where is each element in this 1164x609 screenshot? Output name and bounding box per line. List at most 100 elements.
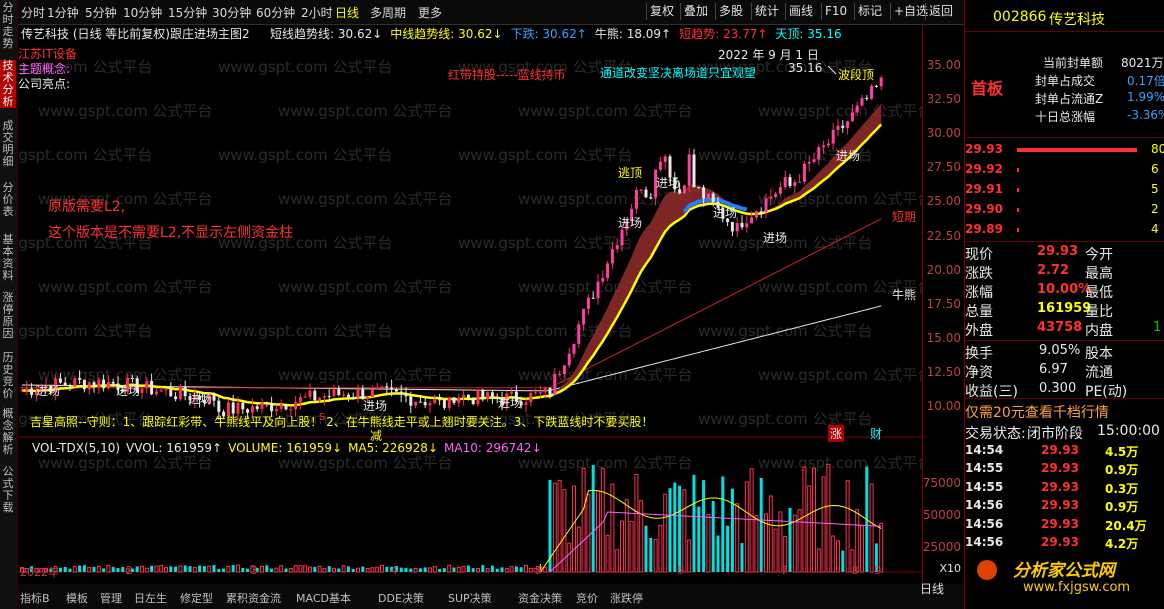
watermark-text: www.gspt.com 公式平台: [218, 410, 393, 428]
candle-body: [634, 189, 638, 209]
candle-body: [289, 409, 293, 411]
period-tab-15min[interactable]: 15分钟: [168, 4, 207, 21]
bottom-period-label[interactable]: 日线: [920, 580, 944, 597]
back-button[interactable]: 返回: [925, 3, 956, 20]
f10-button[interactable]: F10: [821, 3, 850, 20]
indicator-tab-7[interactable]: DDE决策: [378, 590, 424, 606]
volume-bar: [87, 566, 92, 573]
period-tab-30min[interactable]: 30分钟: [212, 4, 251, 21]
candle-body: [351, 397, 355, 399]
indicator-tab-9[interactable]: 资金决策: [518, 590, 562, 606]
left-tab-3[interactable]: 分价表: [0, 182, 16, 218]
candle-body: [442, 399, 446, 408]
period-tab-5min[interactable]: 5分钟: [85, 4, 117, 21]
candle-body: [692, 154, 696, 188]
candle-body: [822, 145, 826, 148]
tick-time-5: 14:56: [965, 535, 1004, 549]
volume-bar: [308, 566, 312, 573]
stats-button[interactable]: 统计: [751, 3, 782, 20]
volume-bar: [749, 468, 754, 573]
kline-chart[interactable]: www.gspt.com 公式平台 www.gspt.com 公式平台 www.gs…: [18, 24, 922, 584]
volume-bar: [850, 549, 855, 573]
volume-bar: [394, 565, 398, 572]
candle-body: [246, 409, 250, 413]
volume-bar: [442, 568, 446, 572]
indicator-tab-2[interactable]: 管理: [100, 590, 122, 606]
overlay-button[interactable]: 叠加: [680, 3, 711, 20]
candle-body: [34, 391, 38, 395]
promo-link[interactable]: 仅需20元查看千档行情: [965, 402, 1109, 422]
draw-line-button[interactable]: 画线: [785, 3, 816, 20]
volume-bar: [327, 566, 331, 572]
candle-body: [745, 223, 749, 228]
indicator-tab-11[interactable]: 涨跌停: [610, 590, 643, 606]
left-tab-1[interactable]: 技术分析: [0, 60, 16, 108]
price-tick-1: 32.50: [926, 92, 961, 107]
period-tab-fenshi[interactable]: 分时: [21, 4, 45, 21]
candle-body: [721, 207, 725, 219]
seal-stat-label-1: 封单占成交: [1035, 74, 1096, 88]
mark-button[interactable]: 标记: [854, 3, 885, 20]
volume-bar: [826, 463, 831, 573]
left-tab-7[interactable]: 概念解析: [0, 408, 16, 456]
volume-bar: [222, 568, 226, 572]
left-tab-5[interactable]: 涨停原因: [0, 292, 16, 340]
period-tab-multi[interactable]: 多周期: [370, 4, 406, 21]
indicator-tab-4[interactable]: 修定型: [180, 590, 213, 606]
left-tab-4[interactable]: 基本资料: [0, 234, 16, 282]
candle-body: [222, 411, 226, 417]
volume-tick-1: 50000: [922, 508, 961, 522]
candle-body: [418, 401, 422, 403]
volume-bar: [92, 566, 96, 572]
candle-body: [476, 389, 480, 405]
volume-bar: [68, 568, 72, 572]
candle-body: [783, 177, 787, 188]
indicator-tab-1[interactable]: 模板: [66, 590, 88, 606]
fund-value-1: 6.97: [1039, 362, 1068, 377]
indicator-tab-5[interactable]: 累积资金流: [226, 590, 281, 606]
multi-stock-button[interactable]: 多股: [715, 3, 746, 20]
period-tab-daily[interactable]: 日线: [335, 4, 359, 21]
volume-bar: [557, 479, 562, 573]
tick-price-2: 29.93: [1041, 479, 1079, 494]
watermark-text: www.gspt.com 公式平台: [38, 190, 213, 208]
order-bar-2: [1017, 188, 1019, 192]
order-bar-0: [1017, 148, 1137, 152]
indicator-tab-10[interactable]: 竞价: [576, 590, 598, 606]
indicator-tab-8[interactable]: SUP决策: [448, 590, 492, 606]
left-tab-2[interactable]: 成交明细: [0, 120, 16, 168]
candle-body: [409, 396, 413, 406]
candle-body: [582, 308, 586, 325]
volume-bar: [874, 543, 878, 572]
volume-bar: [836, 540, 840, 573]
volume-bar: [576, 526, 581, 573]
candle-body: [135, 378, 139, 393]
indicator-tab-0[interactable]: 指标B: [20, 590, 50, 606]
indicator-tab-3[interactable]: 日左生: [134, 590, 167, 606]
tick-price-0: 29.93: [1041, 443, 1079, 457]
fuquan-button[interactable]: 复权: [646, 3, 677, 20]
indicator-tab-6[interactable]: MACD基本: [296, 590, 351, 606]
period-tab-2h[interactable]: 2小时: [301, 4, 333, 21]
price-tick-6: 20.00: [926, 262, 961, 277]
trade-time: 15:00:00: [1097, 423, 1160, 439]
volume-bar: [845, 480, 850, 573]
tick-vol-3: 0.9万: [1105, 500, 1139, 515]
candle-body: [750, 217, 754, 224]
period-tab-10min[interactable]: 10分钟: [123, 4, 162, 21]
candle-body: [87, 382, 91, 390]
candle-body: [49, 385, 53, 393]
period-tab-60min[interactable]: 60分钟: [256, 4, 295, 21]
left-tab-6[interactable]: 历史竞价: [0, 352, 16, 400]
period-tab-1min[interactable]: 1分钟: [47, 4, 79, 21]
left-tab-0[interactable]: 分时走势: [0, 2, 16, 50]
candle-body: [860, 98, 864, 106]
period-tab-more[interactable]: 更多: [418, 4, 442, 21]
quote-label-0: 现价: [965, 247, 993, 263]
watermark-text: www.gspt.com 公式平台: [18, 410, 153, 428]
volume-bar: [418, 568, 422, 572]
candle-body: [697, 187, 701, 189]
left-tab-8[interactable]: 公式下载: [0, 466, 16, 514]
volume-tick-0: 75000: [922, 476, 961, 490]
candle-body: [802, 163, 806, 182]
